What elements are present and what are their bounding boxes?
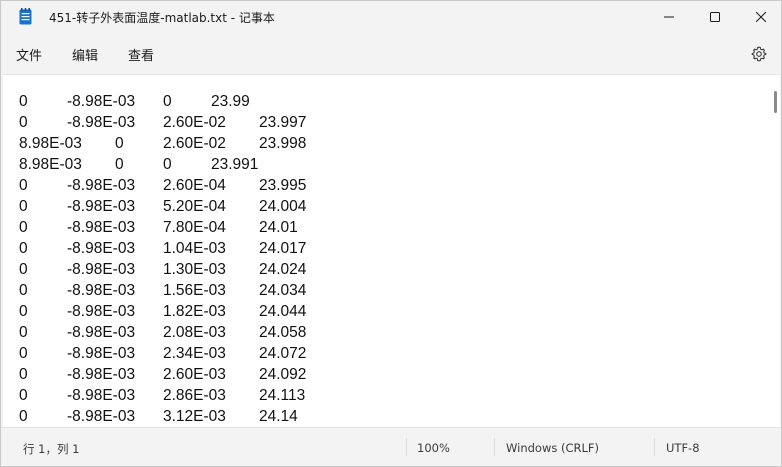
text-cell: 23.991 [211, 156, 259, 173]
scrollbar-thumb[interactable] [774, 91, 777, 113]
encoding[interactable]: UTF-8 [666, 441, 700, 455]
text-cell: 0 [19, 114, 28, 131]
text-cell: -8.98E-03 [67, 177, 136, 194]
text-cell: 0 [19, 282, 28, 299]
text-cell: 24.14 [259, 408, 298, 425]
text-cell: 0 [19, 408, 28, 425]
vertical-scrollbar[interactable] [773, 83, 779, 419]
text-cell: -8.98E-03 [67, 240, 136, 257]
text-cell: 2.60E-02 [163, 114, 226, 131]
text-cell: 24.113 [259, 387, 306, 404]
maximize-icon [710, 12, 720, 22]
close-button[interactable] [738, 1, 781, 33]
text-cell: 23.995 [259, 177, 307, 194]
text-cell: 7.80E-04 [163, 219, 226, 236]
text-cell: 0 [19, 345, 28, 362]
text-cell: 0 [19, 324, 28, 341]
text-cell: 0 [163, 156, 172, 173]
text-cell: 2.60E-03 [163, 366, 226, 383]
text-cell: 2.60E-02 [163, 135, 226, 152]
title-bar[interactable]: 451-转子外表面温度-matlab.txt - 记事本 [1, 1, 781, 34]
close-icon [756, 12, 766, 22]
text-cell: 1.30E-03 [163, 261, 226, 278]
text-cell: 3.12E-03 [163, 408, 226, 425]
menu-edit[interactable]: 编辑 [68, 43, 102, 66]
text-cell: 2.08E-03 [163, 324, 226, 341]
notepad-icon [19, 8, 32, 25]
text-cell: 24.004 [259, 198, 307, 215]
status-divider [406, 438, 407, 456]
minimize-icon [664, 16, 674, 18]
text-cell: 24.024 [259, 261, 307, 278]
text-cell: 23.998 [259, 135, 307, 152]
text-cell: -8.98E-03 [67, 366, 136, 383]
settings-button[interactable] [749, 44, 769, 64]
text-cell: -8.98E-03 [67, 408, 136, 425]
text-cell: 2.60E-04 [163, 177, 226, 194]
maximize-button[interactable] [692, 1, 738, 33]
text-cell: -8.98E-03 [67, 114, 136, 131]
status-bar: 行 1，列 1 100% Windows (CRLF) UTF-8 [1, 427, 781, 466]
text-cell: 2.86E-03 [163, 387, 226, 404]
text-cell: 8.98E-03 [19, 156, 82, 173]
text-cell: -8.98E-03 [67, 93, 136, 110]
text-cell: 0 [19, 219, 28, 236]
text-cell: 24.01 [259, 219, 298, 236]
text-cell: 0 [19, 177, 28, 194]
text-cell: -8.98E-03 [67, 387, 136, 404]
gear-icon [751, 46, 767, 62]
text-cell: 0 [19, 261, 28, 278]
notepad-window: 451-转子外表面温度-matlab.txt - 记事本 文件 编辑 查看 0 … [0, 0, 782, 467]
zoom-level[interactable]: 100% [417, 441, 450, 455]
menu-file[interactable]: 文件 [12, 43, 46, 66]
status-divider [654, 438, 655, 456]
status-divider [494, 438, 495, 456]
text-cell: 23.997 [259, 114, 307, 131]
menu-bar: 文件 编辑 查看 [1, 34, 781, 72]
text-cell: 5.20E-04 [163, 198, 226, 215]
text-editor[interactable]: 0 -8.98E-03 0 23.99 0 -8.98E-03 2.60E-02 23.997… [3, 74, 780, 427]
menu-view[interactable]: 查看 [124, 43, 158, 66]
line-ending[interactable]: Windows (CRLF) [506, 441, 599, 455]
text-cell: -8.98E-03 [67, 219, 136, 236]
text-cell: 24.034 [259, 282, 307, 299]
text-cell: 0 [19, 93, 28, 110]
text-cell: 1.56E-03 [163, 282, 226, 299]
window-title: 451-转子外表面温度-matlab.txt - 记事本 [49, 11, 275, 25]
text-cell: -8.98E-03 [67, 198, 136, 215]
text-cell: 24.092 [259, 366, 307, 383]
text-cell: 0 [19, 303, 28, 320]
text-cell: -8.98E-03 [67, 324, 136, 341]
text-cell: 24.044 [259, 303, 307, 320]
text-cell: 0 [115, 156, 124, 173]
text-cell: 24.072 [259, 345, 307, 362]
text-cell: 0 [19, 198, 28, 215]
text-cell: 0 [19, 240, 28, 257]
text-cell: -8.98E-03 [67, 282, 136, 299]
text-cell: 8.98E-03 [19, 135, 82, 152]
text-cell: 24.058 [259, 324, 307, 341]
text-cell: 0 [19, 387, 28, 404]
cursor-position[interactable]: 行 1，列 1 [23, 441, 79, 457]
text-cell: 23.99 [211, 93, 250, 110]
text-cell: 1.04E-03 [163, 240, 226, 257]
text-cell: 0 [115, 135, 124, 152]
text-cell: -8.98E-03 [67, 261, 136, 278]
text-cell: 0 [163, 93, 172, 110]
text-cell: 0 [19, 366, 28, 383]
text-cell: 2.34E-03 [163, 345, 226, 362]
text-cell: -8.98E-03 [67, 345, 136, 362]
text-cell: -8.98E-03 [67, 303, 136, 320]
minimize-button[interactable] [646, 1, 692, 33]
text-cell: 1.82E-03 [163, 303, 226, 320]
text-cell: 24.017 [259, 240, 307, 257]
